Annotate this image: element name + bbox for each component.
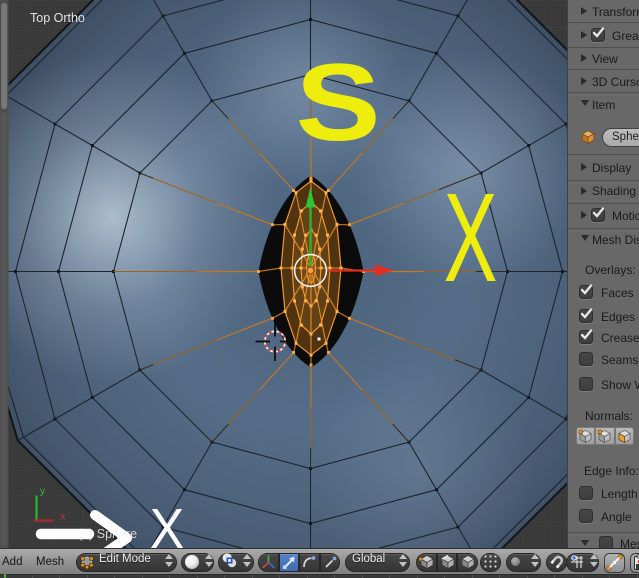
svg-text:y: y: [40, 486, 45, 497]
svg-text:X: X: [150, 497, 185, 548]
svg-text:x: x: [60, 511, 66, 523]
svg-text:Top Ortho: Top Ortho: [30, 11, 85, 25]
svg-text:S: S: [295, 41, 380, 164]
svg-text:X: X: [444, 168, 498, 309]
